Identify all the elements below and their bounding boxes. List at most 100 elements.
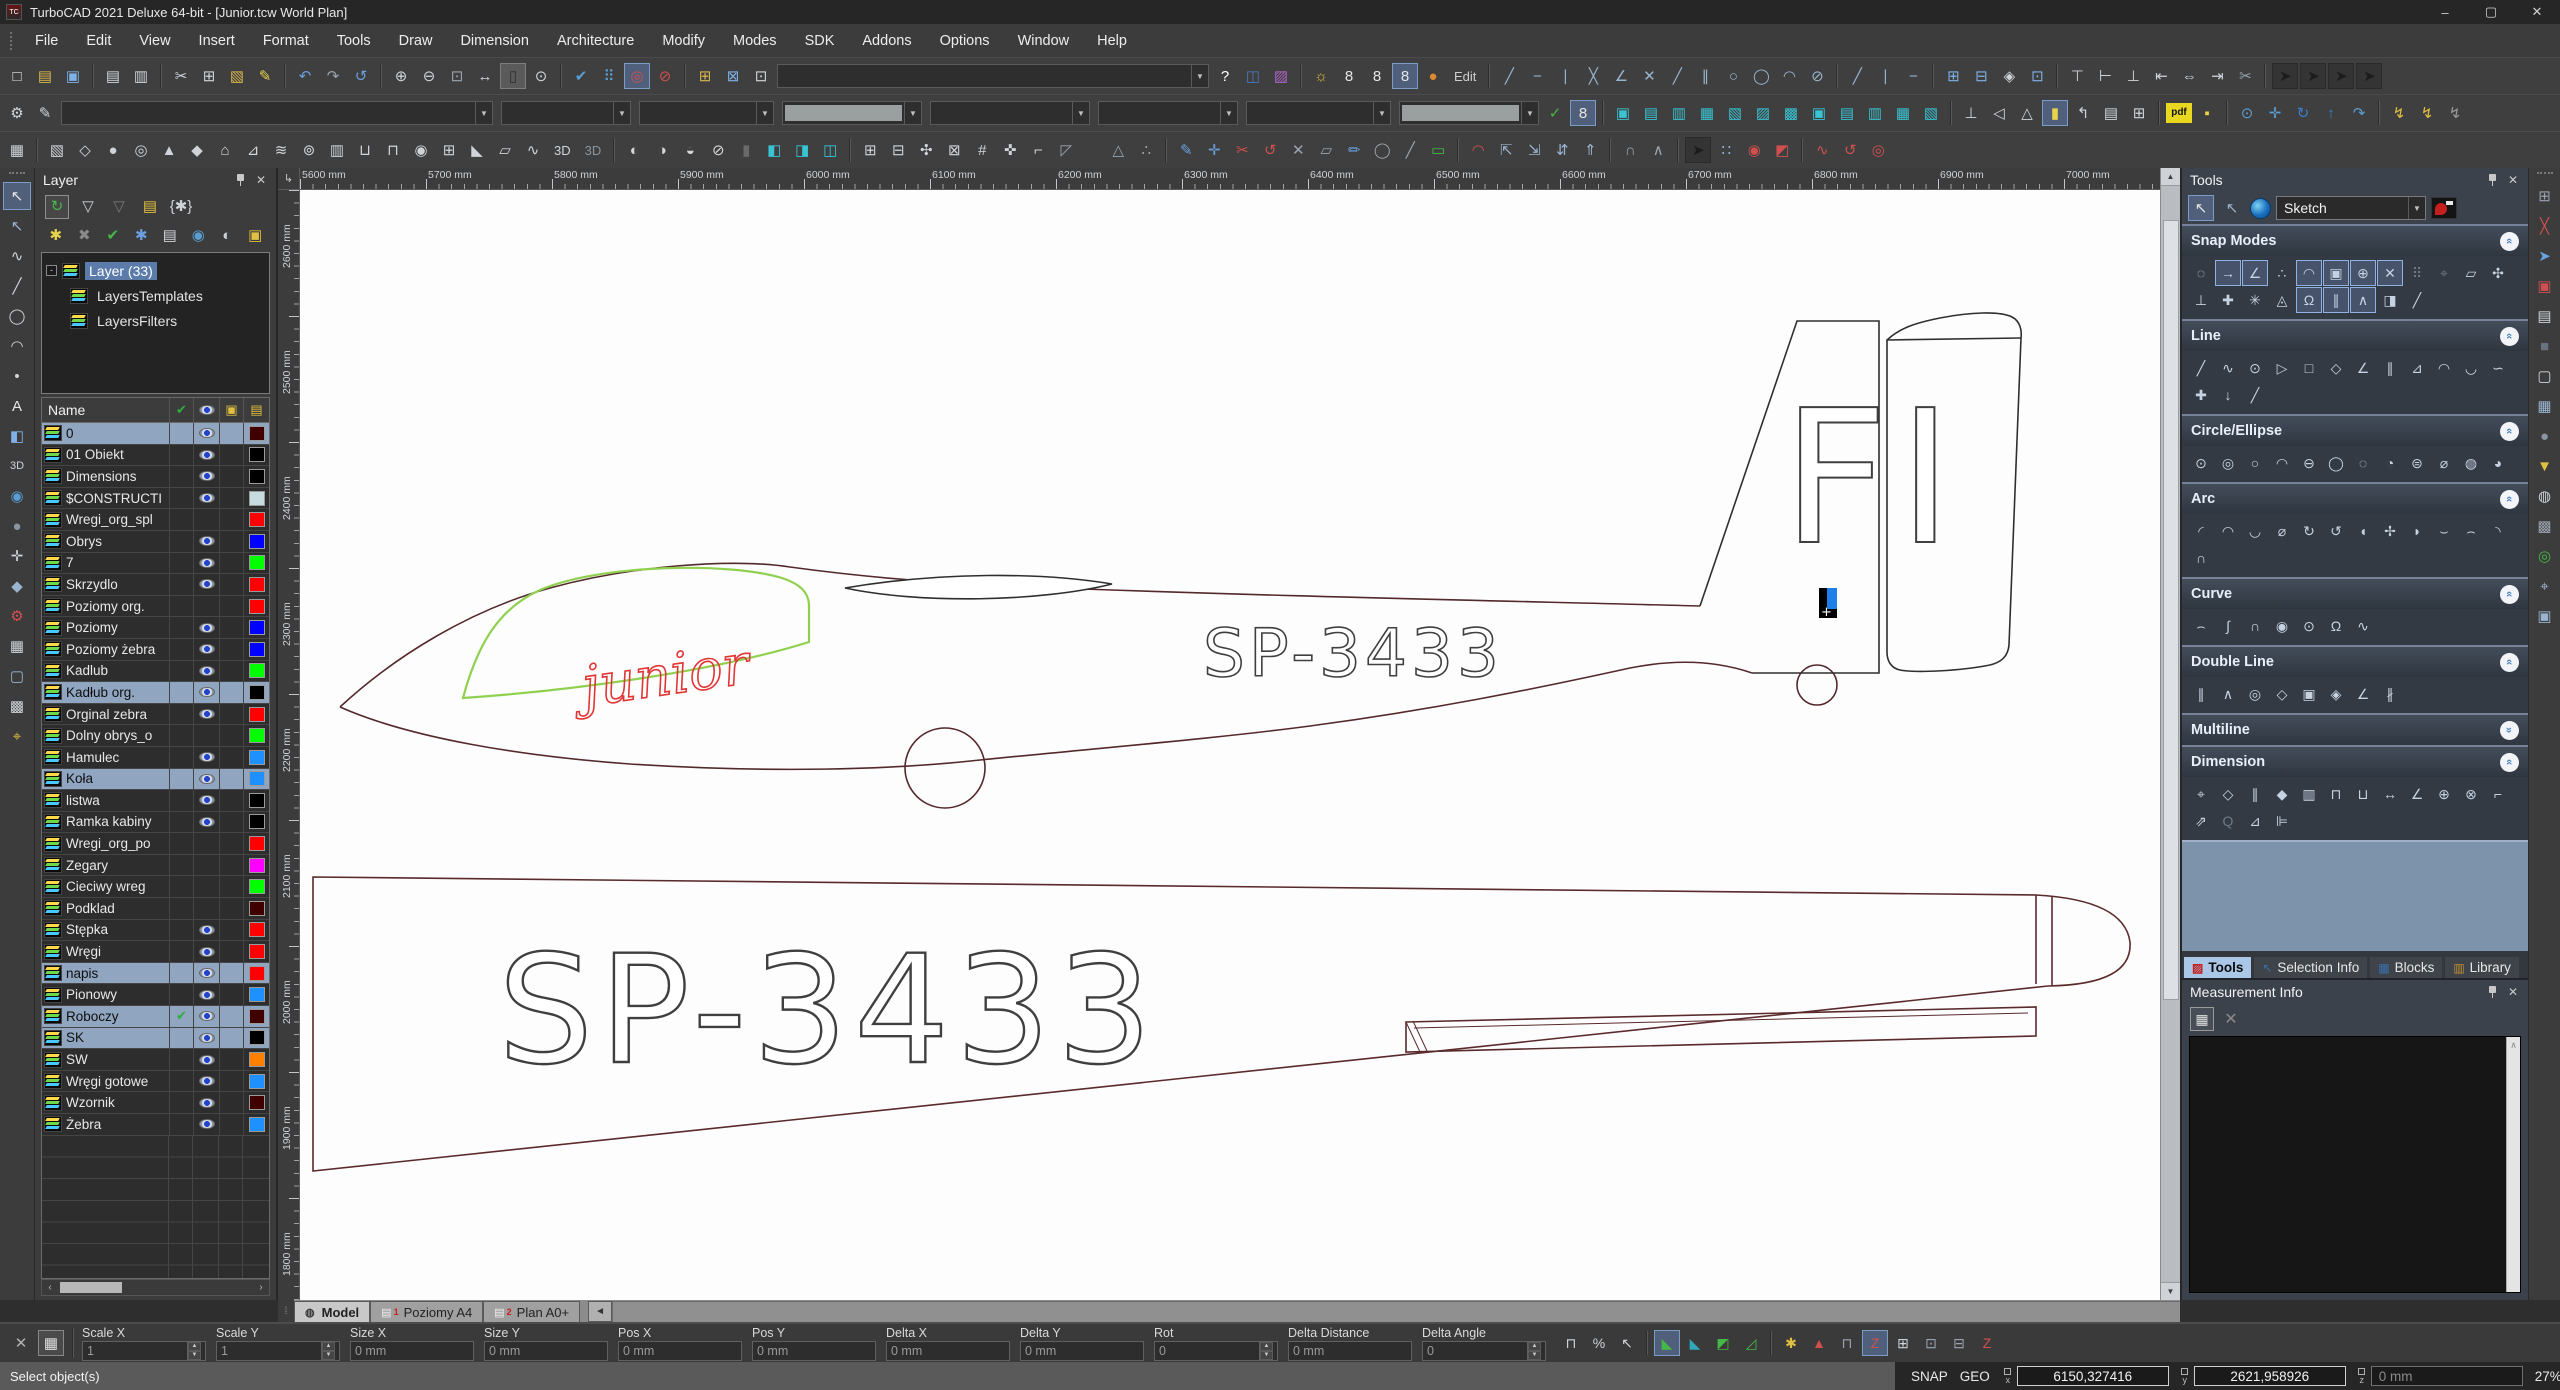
menu-item[interactable]: Modes <box>720 33 790 49</box>
palette-tool[interactable]: ▩ <box>3 692 31 720</box>
layer-color-cell[interactable] <box>243 811 269 833</box>
layer-row[interactable]: 0 <box>42 423 269 445</box>
node-select-tool[interactable]: ↖ <box>3 212 31 240</box>
chevron-down-icon[interactable]: ▼ <box>756 102 773 124</box>
trim-split[interactable]: ✂ <box>2232 63 2258 89</box>
layer-visibility-toggle[interactable] <box>193 1006 219 1027</box>
layer-new[interactable]: ✱ <box>45 224 67 248</box>
ellipse-arc[interactable]: ◕ <box>2485 450 2511 476</box>
layer-active-check[interactable] <box>169 509 193 530</box>
layer-visibility-toggle[interactable] <box>193 1049 219 1070</box>
layer-filter[interactable]: ▽ <box>76 195 100 219</box>
layer-lock-toggle[interactable] <box>219 876 243 898</box>
layer-color-cell[interactable] <box>243 530 269 552</box>
workplane-12[interactable]: ▧ <box>1918 100 1944 126</box>
node-select-icon[interactable]: ↖ <box>2219 195 2245 221</box>
circle-quarter[interactable]: ◔ <box>2377 450 2403 476</box>
pick-cursor-4[interactable]: ➤ <box>2356 63 2383 89</box>
layer-lock-toggle[interactable] <box>219 746 243 768</box>
layer-row[interactable]: Wręgi <box>42 941 269 963</box>
dline-perp[interactable]: ∠ <box>2350 681 2376 707</box>
arc-tool[interactable]: ◠ <box>3 332 31 360</box>
layer-lock-toggle[interactable] <box>219 1006 243 1027</box>
layer-row[interactable]: listwa <box>42 790 269 812</box>
snap-center[interactable]: ⊕ <box>2350 260 2376 286</box>
section-header[interactable]: Curve « <box>2182 579 2528 609</box>
sketch-none[interactable]: ⊘ <box>1804 63 1830 89</box>
layer-row[interactable]: Kadłub org. <box>42 682 269 704</box>
arc-half[interactable]: ◗ <box>2404 518 2430 544</box>
curve-closed[interactable]: ◉ <box>2269 613 2295 639</box>
layer-lock-toggle[interactable] <box>219 919 243 941</box>
layer-horizontal-scrollbar[interactable]: ‹ › <box>41 1279 270 1296</box>
panel-tab[interactable]: ▦ Blocks <box>2370 957 2443 978</box>
menu-item[interactable]: Window <box>1005 33 1083 49</box>
wp-by-angle[interactable]: △ <box>2014 100 2040 126</box>
layer-visibility-toggle[interactable] <box>193 941 219 962</box>
color-column-header[interactable]: ▤ <box>243 398 269 422</box>
pan-view[interactable]: ✛ <box>2262 100 2288 126</box>
menu-item[interactable]: Architecture <box>544 33 647 49</box>
chevron-down-icon[interactable]: ▼ <box>613 102 630 124</box>
circle-concentric[interactable]: ◎ <box>2215 450 2241 476</box>
layer-row[interactable]: napis <box>42 962 269 985</box>
box-red-green[interactable]: ◩ <box>1769 137 1795 163</box>
layer-lock-toggle[interactable] <box>219 552 243 574</box>
layer-lock-toggle[interactable] <box>219 1070 243 1092</box>
mini-line[interactable]: ╱ <box>1844 63 1870 89</box>
clipboard-panel[interactable]: ▤ <box>2531 302 2559 330</box>
layer-active-check[interactable] <box>169 703 193 725</box>
pin-icon[interactable] <box>2487 985 2498 999</box>
line-tangent-2[interactable]: ◡ <box>2458 355 2484 381</box>
snap-angle[interactable]: ✳ <box>2242 287 2268 313</box>
layer-visibility-toggle[interactable] <box>193 854 219 876</box>
arc-concentric[interactable]: ◠ <box>2215 518 2241 544</box>
dline-rectangle[interactable]: ▣ <box>2296 681 2322 707</box>
layer-visibility-toggle[interactable] <box>193 444 219 466</box>
close-icon[interactable]: ✕ <box>2506 985 2520 999</box>
layer-delete[interactable]: ✖ <box>74 224 96 248</box>
line-oblique[interactable]: ╱ <box>2242 382 2268 408</box>
layer-visibility-toggle[interactable] <box>193 703 219 725</box>
publish-pdf[interactable]: pdf <box>2166 103 2192 123</box>
layer-row[interactable]: Roboczy ✔ <box>42 1006 269 1028</box>
dark-shape[interactable]: ■ <box>2531 332 2559 360</box>
field-input[interactable]: 0 mm ▲▼ <box>1288 1340 1412 1361</box>
snap-nearest[interactable]: → <box>2215 260 2241 286</box>
select-angle[interactable]: ∧ <box>1645 137 1671 163</box>
check-column-header[interactable]: ✔ <box>169 398 193 422</box>
grid-box[interactable]: ▦ <box>2531 392 2559 420</box>
copy-red[interactable]: ▣ <box>2531 272 2559 300</box>
sketch-x[interactable]: ✕ <box>1636 63 1662 89</box>
paint-drop[interactable]: ▼ <box>2531 452 2559 480</box>
layer-color-cell[interactable] <box>243 574 269 595</box>
expand-icon[interactable]: « <box>2500 720 2519 740</box>
array-entity[interactable]: ⊡ <box>2024 63 2050 89</box>
array-grid[interactable]: # <box>969 137 995 163</box>
swivel-view[interactable]: ↷ <box>2346 100 2372 126</box>
line-parallel[interactable]: ∥ <box>2377 355 2403 381</box>
layer-row[interactable]: Zegary <box>42 854 269 877</box>
workplane-10[interactable]: ▥ <box>1862 100 1888 126</box>
model-canvas[interactable]: SP-3433 F I junior + SP-3433 <box>300 190 2160 1300</box>
node-move-2[interactable]: ⇲ <box>1521 137 1547 163</box>
layer-lock-toggle[interactable] <box>219 725 243 746</box>
workplane-8[interactable]: ▣ <box>1806 100 1832 126</box>
layer-visibility-toggle[interactable] <box>193 1070 219 1092</box>
layer-row[interactable]: Cieciwy wreg <box>42 876 269 899</box>
snap-no-snap[interactable]: ◌ <box>2188 260 2214 286</box>
workplane-2[interactable]: ▤ <box>1638 100 1664 126</box>
point-tool[interactable]: • <box>3 362 31 390</box>
grid-toggle[interactable]: ▦ <box>4 137 30 163</box>
layer-color-cell[interactable] <box>243 638 269 660</box>
chevron-down-icon[interactable]: ▼ <box>1072 102 1089 124</box>
edit-line[interactable]: ╱ <box>1397 137 1423 163</box>
format-painter[interactable]: ✎ <box>252 63 278 89</box>
layer-active-check[interactable] <box>169 466 193 487</box>
layer-active-check[interactable] <box>169 854 193 876</box>
camera-nodes[interactable]: ⌖ <box>2531 572 2559 600</box>
select-arrow-icon[interactable]: ↖ <box>2188 195 2214 221</box>
property-gear[interactable]: ⚙ <box>4 100 30 126</box>
dim-diameter[interactable]: ⊗ <box>2458 781 2484 807</box>
layer-color-cell[interactable] <box>243 833 269 854</box>
